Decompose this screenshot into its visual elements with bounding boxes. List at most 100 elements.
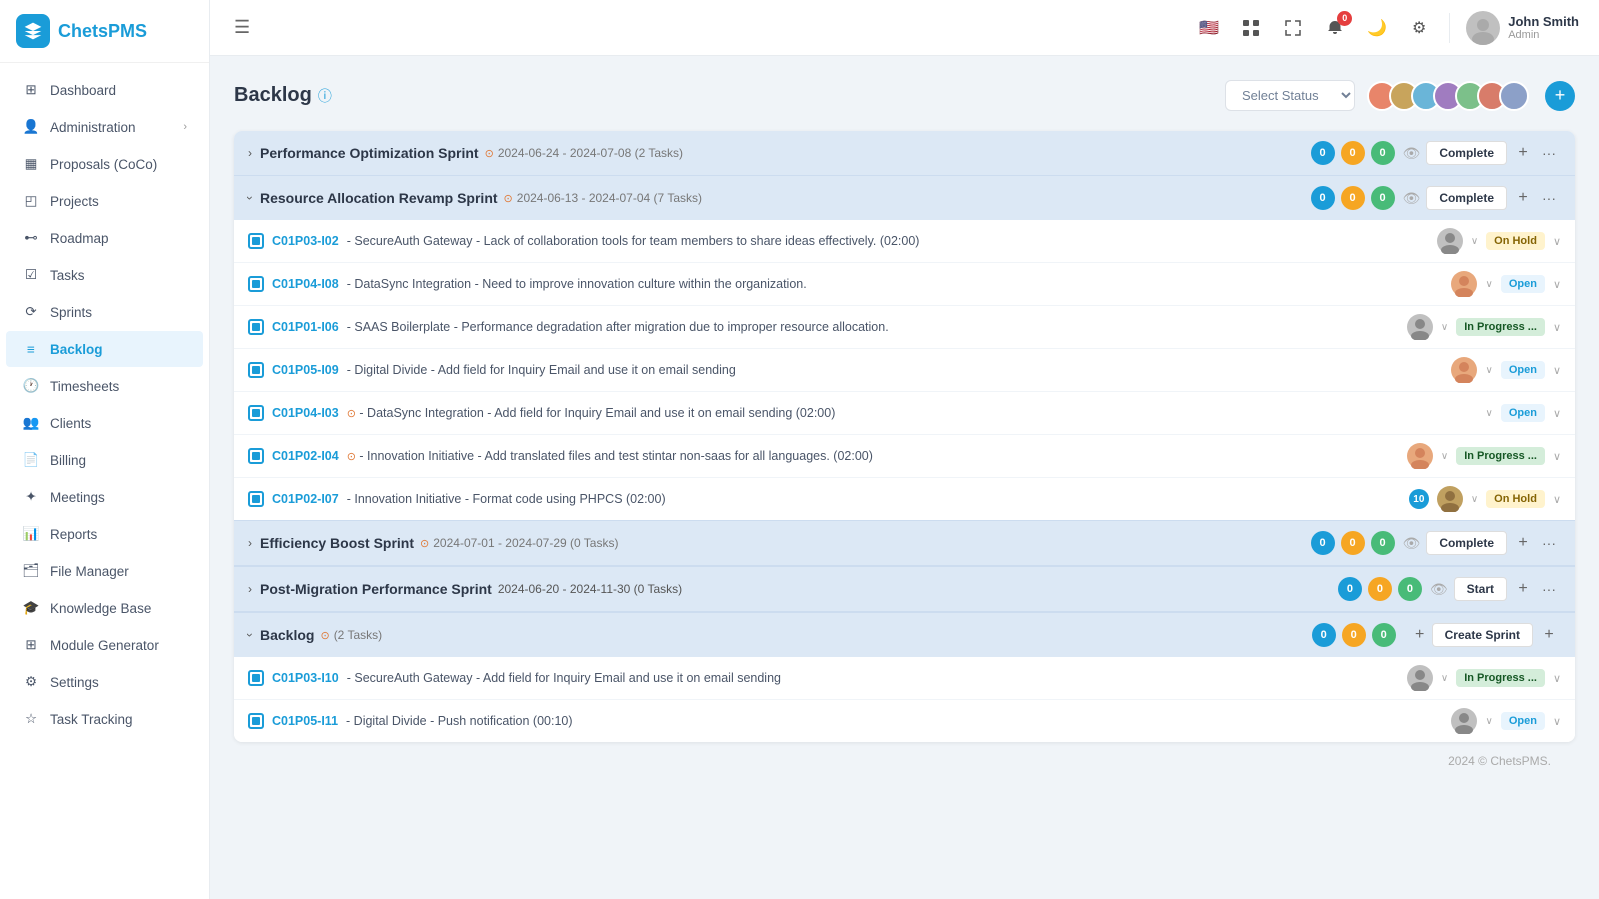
chevron-down-icon[interactable]: ∨: [1441, 451, 1448, 462]
add-icon[interactable]: +: [1408, 623, 1432, 647]
sprint-row[interactable]: › Performance Optimization Sprint ⊙ 2024…: [234, 131, 1575, 176]
chevron-down-icon[interactable]: ∨: [1485, 365, 1492, 376]
chevron-down-icon[interactable]: ∨: [1485, 716, 1492, 727]
eye-icon[interactable]: 👁: [1403, 190, 1421, 207]
complete-button[interactable]: Complete: [1426, 141, 1507, 165]
status-badge[interactable]: Open: [1501, 712, 1545, 730]
sidebar-item-roadmap[interactable]: ⊷ Roadmap: [6, 220, 203, 256]
task-id[interactable]: C01P02-I07: [272, 492, 339, 506]
grid-icon[interactable]: [1237, 14, 1265, 42]
sidebar-item-settings[interactable]: ⚙ Settings: [6, 664, 203, 700]
expand-icon[interactable]: ›: [248, 582, 252, 596]
eye-icon[interactable]: 👁: [1403, 145, 1421, 162]
status-badge[interactable]: On Hold: [1486, 490, 1545, 508]
expand-icon[interactable]: ›: [248, 146, 252, 160]
add-icon[interactable]: +: [1511, 186, 1535, 210]
expand-icon[interactable]: ›: [248, 536, 252, 550]
fullscreen-icon[interactable]: [1279, 14, 1307, 42]
task-checkbox[interactable]: [248, 405, 264, 421]
add-member-button[interactable]: +: [1545, 81, 1575, 111]
chevron-down-icon[interactable]: ∨: [1441, 673, 1448, 684]
task-id[interactable]: C01P03-I02: [272, 234, 339, 248]
status-dropdown-icon[interactable]: ∨: [1553, 364, 1561, 377]
chevron-down-icon[interactable]: ∨: [1471, 236, 1478, 247]
chevron-down-icon[interactable]: ∨: [1441, 322, 1448, 333]
task-checkbox[interactable]: [248, 362, 264, 378]
create-sprint-button[interactable]: Create Sprint: [1432, 623, 1533, 647]
chevron-down-icon[interactable]: ∨: [1471, 494, 1478, 505]
status-badge[interactable]: Open: [1501, 404, 1545, 422]
task-checkbox[interactable]: [248, 319, 264, 335]
status-dropdown-icon[interactable]: ∨: [1553, 493, 1561, 506]
flag-icon[interactable]: 🇺🇸: [1195, 14, 1223, 42]
status-dropdown-icon[interactable]: ∨: [1553, 235, 1561, 248]
sidebar-item-proposals[interactable]: ▦ Proposals (CoCo): [6, 146, 203, 182]
status-select[interactable]: Select Status Complete In Progress On Ho…: [1225, 80, 1355, 111]
sidebar-item-sprints[interactable]: ⟳ Sprints: [6, 294, 203, 330]
task-checkbox[interactable]: [248, 448, 264, 464]
sidebar-item-tasktracking[interactable]: ☆ Task Tracking: [6, 701, 203, 737]
sidebar-item-administration[interactable]: 👤 Administration ›: [6, 109, 203, 145]
task-id[interactable]: C01P05-I11: [272, 714, 338, 728]
sidebar-item-dashboard[interactable]: ⊞ Dashboard: [6, 72, 203, 108]
eye-icon[interactable]: 👁: [1430, 581, 1448, 598]
eye-icon[interactable]: 👁: [1403, 535, 1421, 552]
expand-icon[interactable]: ›: [243, 196, 257, 200]
sidebar-item-knowledgebase[interactable]: 🎓 Knowledge Base: [6, 590, 203, 626]
status-dropdown-icon[interactable]: ∨: [1553, 672, 1561, 685]
status-dropdown-icon[interactable]: ∨: [1553, 715, 1561, 728]
info-icon[interactable]: ⓘ: [318, 86, 332, 106]
sidebar-item-reports[interactable]: 📊 Reports: [6, 516, 203, 552]
notification-icon[interactable]: 0: [1321, 14, 1349, 42]
more-icon[interactable]: ···: [1537, 577, 1561, 601]
sidebar-item-backlog[interactable]: ≡ Backlog: [6, 331, 203, 367]
add-icon[interactable]: +: [1511, 141, 1535, 165]
chevron-down-icon[interactable]: ∨: [1485, 408, 1492, 419]
task-id[interactable]: C01P02-I04: [272, 449, 339, 463]
task-id[interactable]: C01P03-I10: [272, 671, 339, 685]
sprint-row[interactable]: › Efficiency Boost Sprint ⊙ 2024-07-01 -…: [234, 520, 1575, 566]
sprint-row[interactable]: › Post-Migration Performance Sprint 2024…: [234, 566, 1575, 612]
start-button[interactable]: Start: [1454, 577, 1507, 601]
topbar-user[interactable]: John Smith Admin: [1466, 11, 1579, 45]
sidebar-item-billing[interactable]: 📄 Billing: [6, 442, 203, 478]
backlog-section-row[interactable]: › Backlog ⊙ (2 Tasks) 0 0 0 + Crea: [234, 612, 1575, 657]
sidebar-item-meetings[interactable]: ✦ Meetings: [6, 479, 203, 515]
status-badge[interactable]: Open: [1501, 361, 1545, 379]
add-icon[interactable]: +: [1511, 531, 1535, 555]
gear-icon[interactable]: ⚙: [1405, 14, 1433, 42]
sidebar-item-modulegen[interactable]: ⊞ Module Generator: [6, 627, 203, 663]
task-id[interactable]: C01P05-I09: [272, 363, 339, 377]
sidebar-item-filemanager[interactable]: 🗂 File Manager: [6, 553, 203, 589]
add-icon[interactable]: +: [1511, 577, 1535, 601]
task-checkbox[interactable]: [248, 491, 264, 507]
sidebar-item-tasks[interactable]: ☑ Tasks: [6, 257, 203, 293]
task-id[interactable]: C01P01-I06: [272, 320, 339, 334]
task-checkbox[interactable]: [248, 233, 264, 249]
sidebar-item-clients[interactable]: 👥 Clients: [6, 405, 203, 441]
task-checkbox[interactable]: [248, 713, 264, 729]
sprint-row[interactable]: › Resource Allocation Revamp Sprint ⊙ 20…: [234, 176, 1575, 220]
task-checkbox[interactable]: [248, 276, 264, 292]
more-icon[interactable]: ···: [1537, 531, 1561, 555]
darkmode-icon[interactable]: 🌙: [1363, 14, 1391, 42]
status-dropdown-icon[interactable]: ∨: [1553, 407, 1561, 420]
more-icon[interactable]: ···: [1537, 186, 1561, 210]
hamburger-icon[interactable]: ☰: [230, 13, 254, 42]
sidebar-item-projects[interactable]: ◰ Projects: [6, 183, 203, 219]
expand-icon[interactable]: ›: [243, 633, 257, 637]
status-badge[interactable]: On Hold: [1486, 232, 1545, 250]
more-icon[interactable]: ···: [1537, 141, 1561, 165]
status-dropdown-icon[interactable]: ∨: [1553, 321, 1561, 334]
status-badge[interactable]: In Progress ...: [1456, 447, 1545, 465]
sidebar-item-timesheets[interactable]: 🕐 Timesheets: [6, 368, 203, 404]
complete-button[interactable]: Complete: [1426, 186, 1507, 210]
status-dropdown-icon[interactable]: ∨: [1553, 450, 1561, 463]
status-badge[interactable]: In Progress ...: [1456, 318, 1545, 336]
task-id[interactable]: C01P04-I03: [272, 406, 339, 420]
task-id[interactable]: C01P04-I08: [272, 277, 339, 291]
status-badge[interactable]: In Progress ...: [1456, 669, 1545, 687]
task-checkbox[interactable]: [248, 670, 264, 686]
status-dropdown-icon[interactable]: ∨: [1553, 278, 1561, 291]
add-icon-2[interactable]: +: [1537, 623, 1561, 647]
